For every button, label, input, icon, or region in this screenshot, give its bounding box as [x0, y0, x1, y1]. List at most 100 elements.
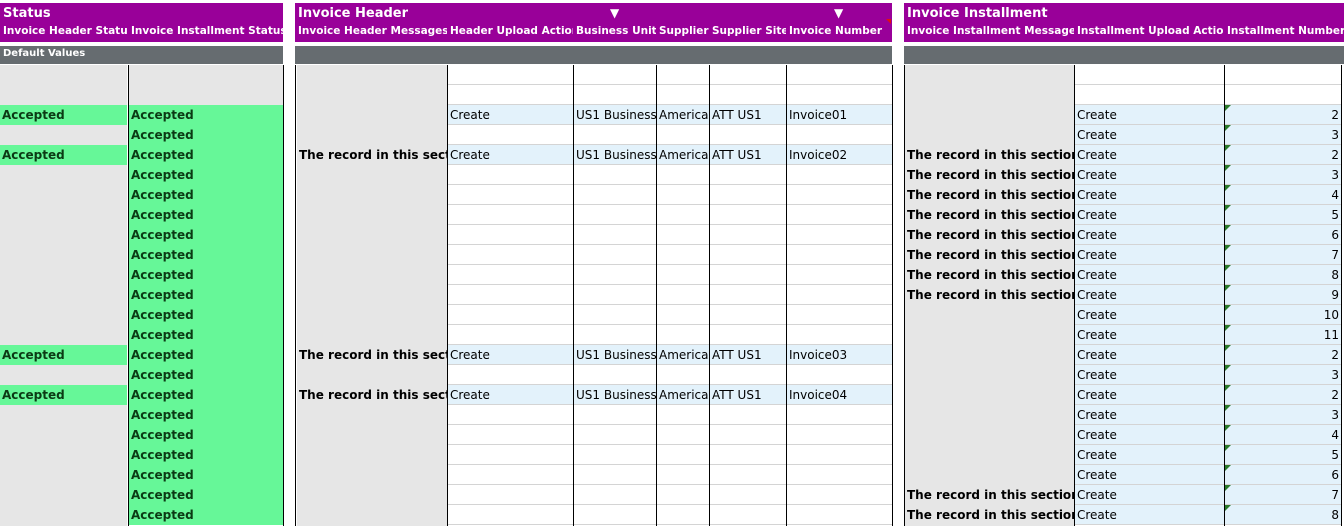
- supplier-site-cell[interactable]: ATT US1: [710, 345, 786, 365]
- invoice-header-status-cell[interactable]: Accepted: [0, 385, 127, 405]
- invoice-number-cell[interactable]: [787, 405, 892, 425]
- installment-number-cell[interactable]: 7: [1225, 245, 1341, 265]
- invoice-installment-status-cell[interactable]: Accepted: [129, 245, 283, 265]
- supplier-cell[interactable]: [657, 165, 709, 185]
- invoice-installment-message-cell[interactable]: The record in this section h: [905, 245, 1074, 265]
- supplier-cell[interactable]: [657, 485, 709, 505]
- business-unit-cell[interactable]: [574, 365, 656, 385]
- col-header-header-upload-action[interactable]: Header Upload Action: [447, 24, 573, 38]
- col-header-invoice-header-messages[interactable]: Invoice Header Messages: [295, 24, 447, 38]
- invoice-number-cell[interactable]: [787, 425, 892, 445]
- business-unit-cell[interactable]: [574, 185, 656, 205]
- invoice-number-cell[interactable]: [787, 465, 892, 485]
- installment-number-cell[interactable]: 2: [1225, 145, 1341, 165]
- installment-upload-action-cell[interactable]: Create: [1075, 185, 1224, 205]
- supplier-site-cell[interactable]: [710, 225, 786, 245]
- supplier-cell[interactable]: [657, 425, 709, 445]
- business-unit-cell[interactable]: US1 Business: [574, 345, 656, 365]
- invoice-installment-message-cell[interactable]: The record in this section h: [905, 165, 1074, 185]
- col-header-installment-upload-action[interactable]: Installment Upload Action: [1074, 24, 1224, 38]
- installment-upload-action-cell[interactable]: Create: [1075, 105, 1224, 125]
- invoice-installment-status-cell[interactable]: Accepted: [129, 325, 283, 345]
- header-upload-action-cell[interactable]: [448, 205, 573, 225]
- invoice-installment-message-cell[interactable]: The record in this section h: [905, 145, 1074, 165]
- supplier-cell[interactable]: [657, 185, 709, 205]
- invoice-header-status-cell[interactable]: [0, 245, 127, 265]
- invoice-installment-status-cell[interactable]: Accepted: [129, 385, 283, 405]
- header-upload-action-cell[interactable]: Create: [448, 385, 573, 405]
- invoice-header-status-cell[interactable]: [0, 205, 127, 225]
- col-header-invoice-installment-messages[interactable]: Invoice Installment Messages: [904, 24, 1074, 38]
- installment-upload-action-cell[interactable]: Create: [1075, 365, 1224, 385]
- supplier-site-cell[interactable]: [710, 505, 786, 525]
- header-upload-action-cell[interactable]: [448, 325, 573, 345]
- invoice-installment-status-cell[interactable]: Accepted: [129, 345, 283, 365]
- business-unit-cell[interactable]: [574, 285, 656, 305]
- business-unit-filter-dropdown-icon[interactable]: ▼: [610, 6, 619, 20]
- invoice-header-status-cell[interactable]: [0, 305, 127, 325]
- invoice-number-cell[interactable]: [787, 185, 892, 205]
- installment-upload-action-cell[interactable]: Create: [1075, 265, 1224, 285]
- invoice-installment-message-cell[interactable]: [905, 345, 1074, 365]
- supplier-cell[interactable]: America: [657, 105, 709, 125]
- invoice-installment-status-cell[interactable]: Accepted: [129, 185, 283, 205]
- business-unit-cell[interactable]: US1 Business: [574, 145, 656, 165]
- invoice-installment-message-cell[interactable]: [905, 425, 1074, 445]
- supplier-site-cell[interactable]: [710, 465, 786, 485]
- business-unit-cell[interactable]: [574, 405, 656, 425]
- supplier-cell[interactable]: [657, 265, 709, 285]
- invoice-installment-status-cell[interactable]: Accepted: [129, 285, 283, 305]
- invoice-installment-status-cell[interactable]: Accepted: [129, 405, 283, 425]
- invoice-number-cell[interactable]: [787, 225, 892, 245]
- business-unit-cell[interactable]: US1 Business: [574, 105, 656, 125]
- col-header-invoice-header-status[interactable]: Invoice Header Status: [0, 24, 128, 38]
- business-unit-cell[interactable]: [574, 245, 656, 265]
- installment-number-cell[interactable]: 11: [1225, 325, 1341, 345]
- header-upload-action-cell[interactable]: [448, 125, 573, 145]
- invoice-header-message-cell[interactable]: [297, 265, 447, 285]
- invoice-number-cell[interactable]: Invoice03: [787, 345, 892, 365]
- supplier-site-cell[interactable]: [710, 445, 786, 465]
- installment-number-cell[interactable]: 9: [1225, 285, 1341, 305]
- invoice-header-status-cell[interactable]: [0, 365, 127, 385]
- invoice-header-status-cell[interactable]: [0, 465, 127, 485]
- col-header-supplier-site[interactable]: Supplier Site: [709, 24, 786, 38]
- invoice-header-message-cell[interactable]: [297, 405, 447, 425]
- installment-upload-action-cell[interactable]: Create: [1075, 445, 1224, 465]
- header-upload-action-cell[interactable]: [448, 465, 573, 485]
- invoice-number-cell[interactable]: [787, 485, 892, 505]
- supplier-site-cell[interactable]: [710, 265, 786, 285]
- business-unit-cell[interactable]: [574, 445, 656, 465]
- invoice-installment-message-cell[interactable]: [905, 385, 1074, 405]
- supplier-site-cell[interactable]: ATT US1: [710, 145, 786, 165]
- invoice-installment-message-cell[interactable]: The record in this section h: [905, 505, 1074, 525]
- invoice-installment-message-cell[interactable]: The record in this section h: [905, 185, 1074, 205]
- installment-upload-action-cell[interactable]: Create: [1075, 205, 1224, 225]
- invoice-installment-status-cell[interactable]: Accepted: [129, 365, 283, 385]
- supplier-site-cell[interactable]: [710, 365, 786, 385]
- invoice-installment-status-cell[interactable]: Accepted: [129, 125, 283, 145]
- invoice-installment-status-cell[interactable]: Accepted: [129, 205, 283, 225]
- invoice-installment-status-cell[interactable]: Accepted: [129, 165, 283, 185]
- invoice-header-message-cell[interactable]: [297, 225, 447, 245]
- invoice-installment-status-cell[interactable]: Accepted: [129, 265, 283, 285]
- invoice-number-cell[interactable]: [787, 245, 892, 265]
- business-unit-cell[interactable]: [574, 305, 656, 325]
- invoice-number-cell[interactable]: [787, 325, 892, 345]
- invoice-installment-message-cell[interactable]: [905, 125, 1074, 145]
- header-upload-action-cell[interactable]: [448, 405, 573, 425]
- installment-number-cell[interactable]: 4: [1225, 425, 1341, 445]
- header-upload-action-cell[interactable]: [448, 245, 573, 265]
- invoice-header-message-cell[interactable]: [297, 365, 447, 385]
- invoice-header-message-cell[interactable]: [297, 445, 447, 465]
- invoice-header-message-cell[interactable]: [297, 245, 447, 265]
- col-header-business-unit[interactable]: Business Unit: [573, 24, 656, 38]
- invoice-header-status-cell[interactable]: [0, 405, 127, 425]
- supplier-site-cell[interactable]: [710, 285, 786, 305]
- invoice-header-status-cell[interactable]: [0, 185, 127, 205]
- installment-upload-action-cell[interactable]: Create: [1075, 125, 1224, 145]
- invoice-installment-message-cell[interactable]: The record in this section h: [905, 265, 1074, 285]
- installment-number-cell[interactable]: 3: [1225, 165, 1341, 185]
- invoice-installment-status-cell[interactable]: Accepted: [129, 465, 283, 485]
- invoice-number-cell[interactable]: [787, 305, 892, 325]
